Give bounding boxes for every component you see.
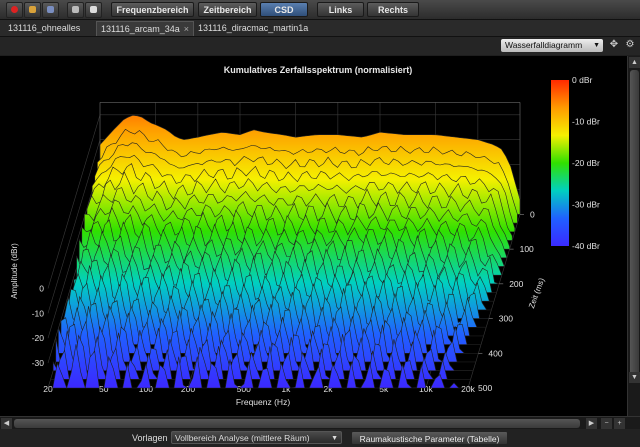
y-tick-label: 0 xyxy=(39,283,44,293)
colorbar-label: -40 dBr xyxy=(572,241,600,251)
scroll-thumb[interactable] xyxy=(14,419,580,428)
zoom-out-icon[interactable]: − xyxy=(601,418,612,429)
room-acoustic-params-button[interactable]: Raumakustische Parameter (Tabelle) xyxy=(351,431,508,445)
z-tick-label: 100 xyxy=(520,244,534,254)
move-icon[interactable]: ✥ xyxy=(608,39,620,51)
file-tab-label: 131116_ohnealles xyxy=(8,23,81,33)
z-tick-label: 400 xyxy=(488,348,502,358)
scroll-down-icon[interactable]: ▼ xyxy=(629,372,640,383)
presets-value: Vollbereich Analyse (mittlere Räum) xyxy=(175,433,310,443)
scroll-thumb[interactable] xyxy=(630,70,639,380)
z-tick-label: 500 xyxy=(478,383,492,393)
vertical-scrollbar[interactable]: ▲ ▼ xyxy=(627,56,640,416)
tab-frequenzbereich[interactable]: Frequenzbereich xyxy=(111,2,194,17)
file-tab-arcam[interactable]: 131116_arcam_34a × xyxy=(96,21,194,36)
chevron-down-icon: ▼ xyxy=(593,42,600,49)
z-axis-label: Zeit (ms) xyxy=(527,276,546,309)
csd-chart-panel: Kumulatives Zerfallsspektrum (normalisie… xyxy=(0,56,627,416)
x-tick-label: 20k xyxy=(461,384,475,394)
colorbar-label: -30 dBr xyxy=(572,200,600,210)
csd-waterfall-chart: Kumulatives Zerfallsspektrum (normalisie… xyxy=(10,65,600,407)
export-icon[interactable] xyxy=(67,2,84,18)
chart-title: Kumulatives Zerfallsspektrum (normalisie… xyxy=(224,65,413,75)
save-icon[interactable] xyxy=(42,2,59,18)
y-tick-label: -20 xyxy=(32,333,45,343)
chevron-down-icon: ▼ xyxy=(331,435,338,442)
colorbar: 0 dBr -10 dBr -20 dBr -30 dBr -40 dBr xyxy=(551,75,600,251)
view-mode-select[interactable]: Wasserfalldiagramm ▼ xyxy=(501,39,603,52)
tab-zeitbereich[interactable]: Zeitbereich xyxy=(198,2,257,17)
scroll-up-icon[interactable]: ▲ xyxy=(629,57,640,68)
gear-icon[interactable]: ⚙ xyxy=(624,39,636,51)
x-tick-label: 20 xyxy=(43,384,53,394)
zoom-in-icon[interactable]: + xyxy=(614,418,625,429)
file-tab-bar: 131116_ohnealles 131116_arcam_34a × 13111… xyxy=(0,20,640,37)
view-mode-value: Wasserfalldiagramm xyxy=(505,40,583,50)
scroll-right-icon[interactable]: ▶ xyxy=(586,418,597,429)
z-tick-label: 200 xyxy=(509,279,523,289)
colorbar-label: -20 dBr xyxy=(572,158,600,168)
file-tab-diracmac[interactable]: 131116_diracmac_martin1a xyxy=(194,21,312,36)
file-tab-label: 131116_arcam_34a xyxy=(101,24,180,34)
file-tab-ohnealles[interactable]: 131116_ohnealles xyxy=(4,21,84,36)
scroll-left-icon[interactable]: ◀ xyxy=(1,418,12,429)
y-axis-label: Amplitude (dBr) xyxy=(10,243,19,299)
z-tick-label: 300 xyxy=(499,314,513,324)
tab-rechts[interactable]: Rechts xyxy=(367,2,419,17)
waterfall-slices xyxy=(48,114,521,389)
y-tick-label: -10 xyxy=(32,308,45,318)
tab-csd[interactable]: CSD xyxy=(260,2,308,17)
presets-label: Vorlagen xyxy=(132,433,168,443)
horizontal-scrollbar[interactable]: ◀ ▶ − + xyxy=(0,416,640,430)
y-tick-label: -30 xyxy=(32,358,45,368)
file-tab-label: 131116_diracmac_martin1a xyxy=(198,23,309,33)
x-axis-label: Frequenz (Hz) xyxy=(236,397,290,407)
main-toolbar: Frequenzbereich Zeitbereich CSD Links Re… xyxy=(0,0,640,20)
z-tick-label: 0 xyxy=(530,209,535,219)
close-icon[interactable]: × xyxy=(184,24,189,34)
colorbar-label: -10 dBr xyxy=(572,117,600,127)
colorbar-label: 0 dBr xyxy=(572,75,592,85)
open-folder-icon[interactable] xyxy=(24,2,41,18)
record-icon[interactable] xyxy=(6,2,23,18)
presets-select[interactable]: Vollbereich Analyse (mittlere Räum) ▼ xyxy=(171,431,342,444)
colorbar-gradient xyxy=(551,80,569,246)
print-icon[interactable] xyxy=(85,2,102,18)
tab-links[interactable]: Links xyxy=(317,2,364,17)
